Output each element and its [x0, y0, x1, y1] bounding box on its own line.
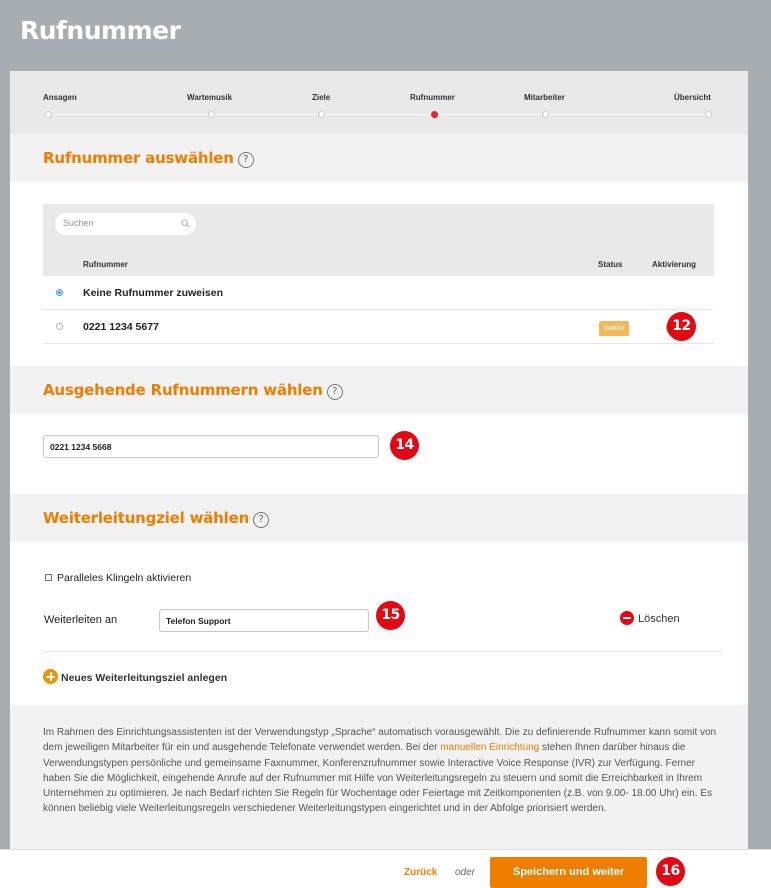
step-dot — [318, 111, 325, 118]
back-link[interactable]: Zurück — [404, 867, 437, 878]
new-forwarding-target-button[interactable]: Neues Weiterleitungsziel anlegen — [43, 669, 227, 684]
step-dot — [705, 111, 712, 118]
minus-circle-icon — [620, 611, 634, 625]
info-text: Im Rahmen des Einrichtungsassistenten is… — [10, 705, 748, 849]
save-and-continue-button[interactable]: Speichern und weiter — [490, 857, 647, 888]
step-dot — [208, 111, 215, 118]
page-title: Rufnummer — [20, 16, 181, 45]
section-title-text: Ausgehende Rufnummern wählen — [43, 381, 323, 399]
table-toolbar: Suchen Rufnummer Status Aktivierung — [43, 204, 714, 276]
footer-bar: Zurück oder Speichern und weiter 16 — [0, 849, 771, 888]
step-label: Mitarbeiter — [524, 93, 565, 102]
search-icon — [181, 219, 190, 228]
step-dot — [45, 111, 52, 118]
column-header-activation: Aktivierung — [652, 260, 697, 269]
wizard-panel: Ansagen Wartemusik Ziele Rufnummer Mitar… — [10, 71, 748, 888]
section-title: Rufnummer auswählen? — [43, 149, 254, 168]
help-icon[interactable]: ? — [326, 384, 343, 400]
step-dot — [542, 111, 549, 118]
status-badge: Inaktiv — [599, 321, 630, 336]
column-header-number: Rufnummer — [83, 260, 128, 269]
radio-button[interactable] — [56, 323, 63, 330]
stepper-line — [46, 114, 710, 115]
row-label: Keine Rufnummer zuweisen — [83, 287, 224, 299]
help-icon[interactable]: ? — [253, 512, 270, 528]
section-forwarding-target: Weiterleitungziel wählen? — [10, 494, 748, 542]
step-label: Wartemusik — [187, 93, 233, 102]
or-text: oder — [455, 867, 476, 878]
wizard-stepper: Ansagen Wartemusik Ziele Rufnummer Mitar… — [10, 71, 748, 134]
column-header-status: Status — [598, 260, 623, 269]
callout-badge-14: 14 — [390, 431, 419, 460]
number-table: Suchen Rufnummer Status Aktivierung Kein… — [43, 204, 714, 344]
delete-button[interactable]: Löschen — [620, 611, 680, 625]
parallel-ringing-checkbox[interactable] — [45, 574, 52, 581]
table-row[interactable]: 0221 1234 5677 Inaktiv — [43, 310, 714, 344]
divider — [43, 651, 723, 652]
radio-button-checked[interactable] — [56, 289, 63, 296]
section-title: Weiterleitungziel wählen? — [43, 509, 270, 528]
section-title-text: Weiterleitungziel wählen — [43, 509, 250, 527]
section-select-number: Rufnummer auswählen? — [10, 134, 748, 182]
parallel-ringing-label[interactable]: Paralleles Klingeln aktivieren — [57, 572, 191, 584]
delete-label: Löschen — [638, 613, 680, 625]
forward-target-input[interactable]: Telefon Support — [159, 609, 369, 632]
table-row[interactable]: Keine Rufnummer zuweisen — [43, 276, 714, 310]
step-dot-active — [431, 111, 438, 118]
section-title-text: Rufnummer auswählen — [43, 149, 234, 167]
callout-badge-15: 15 — [376, 601, 405, 630]
manual-setup-link[interactable]: manuellen Einrichtung — [440, 742, 539, 753]
row-label: 0221 1234 5677 — [83, 321, 159, 333]
section-title: Ausgehende Rufnummern wählen? — [43, 381, 343, 400]
callout-badge-12: 12 — [667, 312, 696, 341]
search-placeholder: Suchen — [63, 218, 94, 228]
outgoing-number-input[interactable]: 0221 1234 5668 — [43, 435, 379, 458]
step-label: Übersicht — [674, 93, 711, 102]
plus-circle-icon — [43, 669, 58, 684]
step-label: Ziele — [312, 93, 331, 102]
step-label: Rufnummer — [410, 93, 455, 102]
section-outgoing-numbers: Ausgehende Rufnummern wählen? — [10, 366, 748, 414]
callout-badge-16: 16 — [656, 857, 685, 886]
new-target-label: Neues Weiterleitungsziel anlegen — [61, 672, 228, 684]
step-label: Ansagen — [43, 93, 77, 102]
forward-to-label: Weiterleiten an — [44, 614, 118, 626]
help-icon[interactable]: ? — [237, 152, 254, 168]
search-input[interactable]: Suchen — [55, 213, 196, 235]
